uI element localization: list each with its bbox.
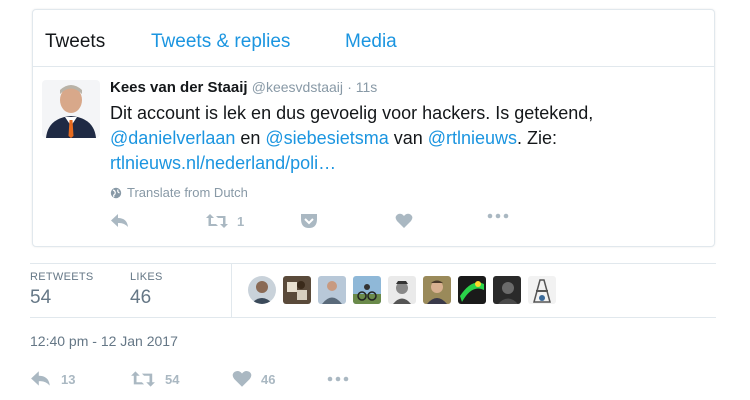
liker-avatar[interactable]	[388, 276, 416, 304]
share-button[interactable]	[300, 213, 318, 229]
pocket-icon	[301, 214, 317, 228]
tweet-url-link[interactable]: rtlnieuws.nl/nederland/poli…	[110, 153, 336, 173]
globe-icon	[110, 187, 122, 198]
tab-media[interactable]: Media	[345, 31, 397, 53]
profile-tabs: Tweets Tweets & replies Media	[33, 10, 714, 67]
like-button[interactable]: 46	[232, 370, 275, 388]
tab-tweets-and-replies[interactable]: Tweets & replies	[151, 31, 290, 53]
heart-icon	[395, 213, 413, 228]
reply-icon	[31, 371, 50, 386]
liker-avatar[interactable]	[458, 276, 486, 304]
mention-danielverlaan[interactable]: @danielverlaan	[110, 128, 235, 148]
reply-button[interactable]	[110, 213, 130, 229]
stats-divider	[231, 264, 232, 317]
author-name[interactable]: Kees van der Staaij	[110, 79, 248, 96]
reply-icon	[111, 214, 128, 227]
liker-avatar[interactable]	[318, 276, 346, 304]
retweet-icon	[206, 214, 228, 228]
tweet-timestamp: 12:40 pm - 12 Jan 2017	[30, 333, 178, 349]
profile-timeline-card: Tweets Tweets & replies Media Kees van d…	[32, 9, 715, 247]
tab-tweets[interactable]: Tweets	[45, 31, 105, 53]
tweet-text: Dit account is lek en dus gevoelig voor …	[110, 101, 700, 176]
tweet-actions: 1	[110, 213, 530, 237]
mention-rtlnieuws[interactable]: @rtlnieuws	[428, 128, 517, 148]
retweet-button[interactable]: 54	[130, 370, 179, 388]
liker-avatar[interactable]	[528, 276, 556, 304]
likes-stat[interactable]: LIKES 46	[130, 271, 163, 309]
reply-button[interactable]: 13	[30, 370, 75, 388]
tweet-text-part: . Zie:	[517, 128, 558, 148]
tweet[interactable]: Kees van der Staaij @keesvdstaaij · 11s …	[33, 67, 714, 245]
more-dots-icon	[327, 376, 349, 382]
liker-avatar[interactable]	[248, 276, 276, 304]
retweet-count: 1	[237, 213, 245, 229]
tweet-header: Kees van der Staaij @keesvdstaaij · 11s	[110, 79, 377, 96]
translate-label: Translate from Dutch	[127, 185, 248, 200]
retweets-label: RETWEETS	[30, 271, 94, 283]
tweet-text-part: Dit account is lek en dus gevoelig voor …	[110, 103, 594, 123]
liker-avatars	[248, 276, 556, 304]
likes-label: LIKES	[130, 271, 163, 283]
tweet-time[interactable]: · 11s	[347, 79, 377, 95]
liker-avatar[interactable]	[283, 276, 311, 304]
translate-link[interactable]: Translate from Dutch	[110, 185, 248, 200]
more-button[interactable]	[326, 376, 350, 382]
likes-value: 46	[130, 287, 152, 308]
author-handle[interactable]: @keesvdstaaij	[252, 79, 343, 95]
retweets-stat[interactable]: RETWEETS 54	[30, 271, 94, 309]
retweet-button[interactable]: 1	[205, 213, 244, 229]
retweet-count: 54	[165, 371, 180, 387]
tweet-text-part: van	[388, 128, 428, 148]
mention-siebesietsma[interactable]: @siebesietsma	[265, 128, 388, 148]
heart-icon	[232, 370, 252, 387]
reply-count: 13	[61, 371, 76, 387]
like-count: 46	[261, 371, 276, 387]
more-button[interactable]	[487, 213, 509, 219]
tweet-stats: RETWEETS 54 LIKES 46	[30, 263, 716, 318]
liker-avatar[interactable]	[353, 276, 381, 304]
avatar[interactable]	[42, 80, 100, 138]
liker-avatar[interactable]	[493, 276, 521, 304]
like-button[interactable]	[395, 213, 413, 229]
detail-actions: 13 54 46	[30, 370, 430, 392]
liker-avatar[interactable]	[423, 276, 451, 304]
tweet-text-part: en	[235, 128, 266, 148]
more-dots-icon	[487, 213, 509, 219]
retweets-value: 54	[30, 287, 52, 308]
retweet-icon	[131, 371, 155, 387]
